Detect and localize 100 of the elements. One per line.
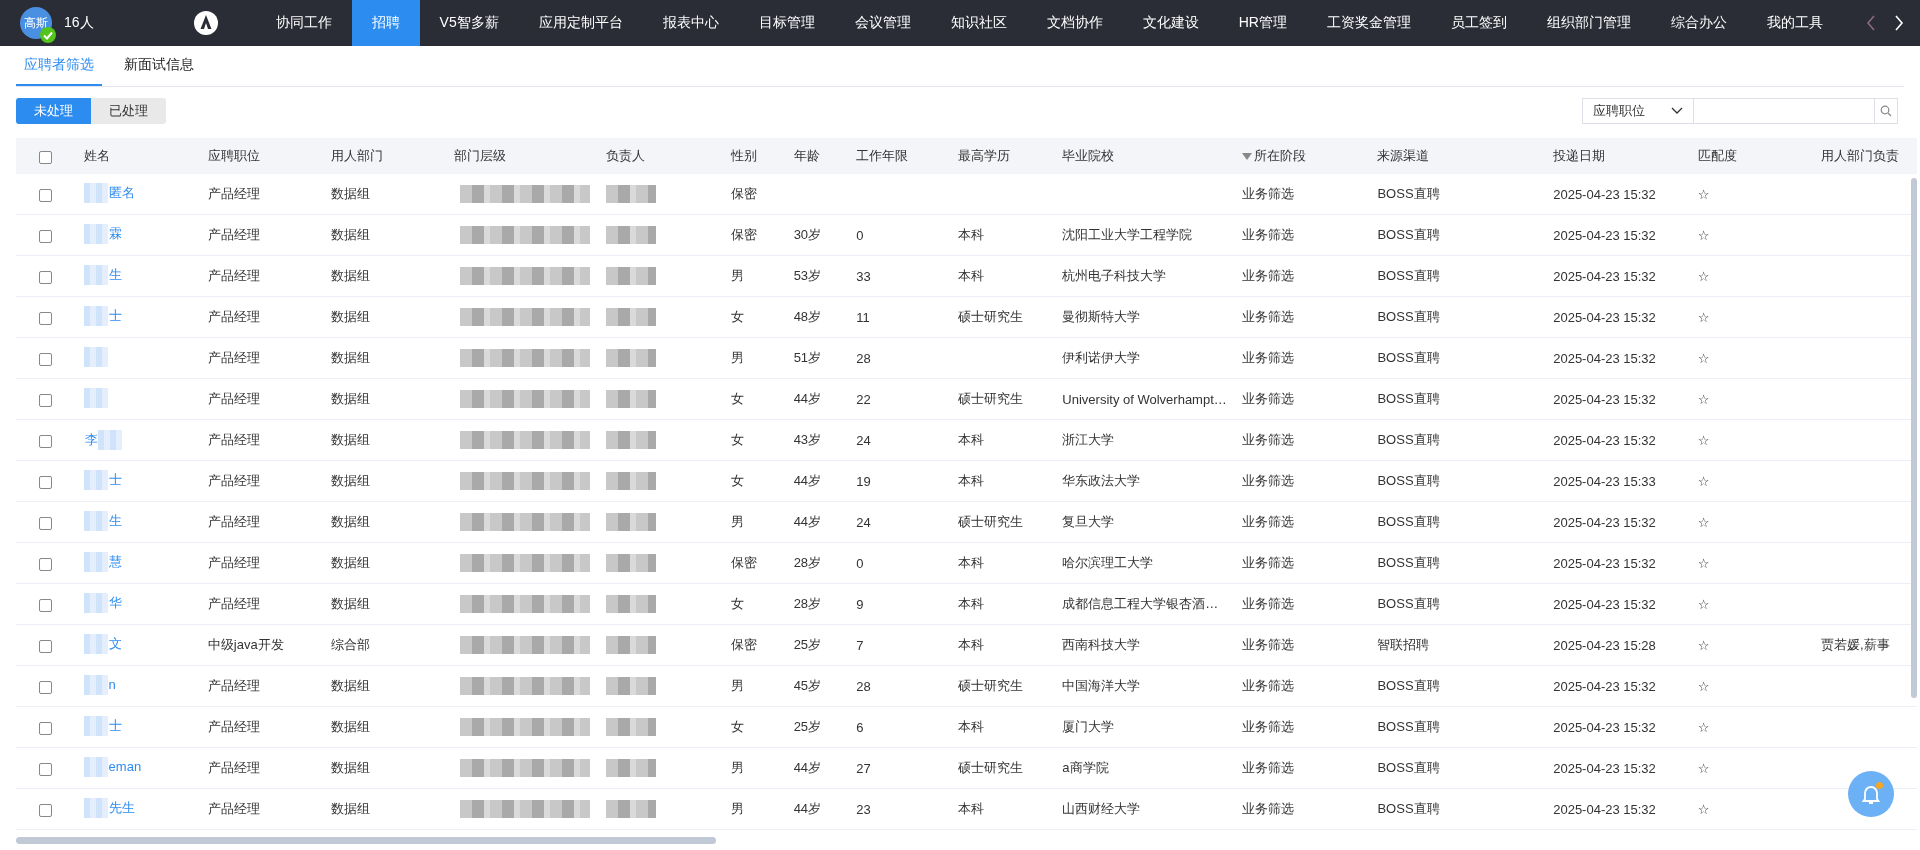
nav-tab[interactable]: V5智多薪 (419, 0, 519, 46)
row-checkbox[interactable] (39, 598, 53, 612)
table-cell: BOSS直聘 (1377, 514, 1440, 529)
table-cell: 硕士研究生 (958, 760, 1024, 775)
nav-tab[interactable]: 综合办公 (1650, 0, 1747, 46)
nav-tab[interactable]: 文档协作 (1026, 0, 1123, 46)
table-cell: 女 (731, 432, 744, 447)
table-cell: 数据组 (331, 719, 371, 734)
nav-tab[interactable]: 工资奖金管理 (1306, 0, 1431, 46)
table-cell: 数据组 (331, 473, 371, 488)
table-cell: 19 (856, 473, 871, 489)
nav-tab[interactable]: 组织部门管理 (1526, 0, 1651, 46)
table-cell: 数据组 (331, 596, 371, 611)
table-cell: 业务筛选 (1242, 801, 1295, 816)
table-cell: ☆ (1697, 719, 1710, 735)
row-checkbox[interactable] (39, 188, 53, 202)
blurred-mosaic (83, 223, 108, 244)
row-checkbox[interactable] (39, 393, 53, 407)
nav-tab[interactable]: 报表中心 (642, 0, 739, 46)
table-cell: BOSS直聘 (1377, 596, 1440, 611)
candidate-name-link[interactable]: 生 (108, 265, 122, 284)
nav-tab[interactable]: 协同工作 (255, 0, 352, 46)
row-checkbox[interactable] (39, 311, 53, 325)
table-cell: 产品经理 (207, 432, 260, 447)
field-dropdown[interactable]: 应聘职位 (1582, 97, 1694, 124)
candidate-name-link[interactable]: 生 (108, 511, 122, 530)
table-cell: 业务筛选 (1242, 227, 1295, 242)
row-checkbox[interactable] (39, 434, 53, 448)
table-cell: 硕士研究生 (958, 309, 1024, 324)
row-checkbox[interactable] (39, 762, 53, 776)
candidate-name-link[interactable]: 李 (84, 431, 98, 449)
column-header: 年龄 (793, 147, 820, 165)
candidate-name-link[interactable]: 慧 (108, 552, 122, 571)
nav-tab[interactable]: 应用定制平台 (518, 0, 643, 46)
table-cell: BOSS直聘 (1377, 432, 1440, 447)
row-checkbox[interactable] (39, 352, 53, 366)
notification-button[interactable] (1848, 771, 1894, 817)
page-tab[interactable]: 新面试信息 (116, 46, 202, 86)
row-checkbox[interactable] (39, 557, 53, 571)
blurred-mosaic (83, 510, 108, 531)
nav-tab[interactable]: 会议管理 (834, 0, 931, 46)
table-cell: 28 (856, 350, 871, 366)
table-cell: BOSS直聘 (1377, 186, 1440, 201)
table-cell: 女 (731, 309, 744, 324)
table-cell: 22 (856, 391, 871, 407)
table-cell: 2025-04-23 15:32 (1553, 801, 1656, 817)
search-button[interactable] (1874, 97, 1898, 124)
candidate-name-link[interactable]: 士 (108, 470, 122, 489)
table-cell: 业务筛选 (1242, 268, 1295, 283)
candidate-name-link[interactable]: 匿名 (108, 183, 135, 202)
table-cell: 本科 (958, 227, 985, 242)
table-cell: 产品经理 (207, 309, 260, 324)
vertical-scrollbar[interactable] (1911, 178, 1917, 698)
table-cell: 24 (856, 432, 871, 448)
candidate-name-link[interactable]: 华 (108, 593, 122, 612)
table-cell: 本科 (958, 555, 985, 570)
blurred-mosaic (83, 756, 108, 777)
column-header: 来源渠道 (1377, 147, 1430, 165)
table-cell: 硕士研究生 (958, 391, 1024, 406)
search-field[interactable] (1694, 97, 1874, 124)
table-cell: 23 (856, 801, 871, 817)
table-cell: 业务筛选 (1242, 432, 1295, 447)
nav-tab[interactable]: 知识社区 (930, 0, 1027, 46)
table-cell: 28 (856, 678, 871, 694)
sort-icon[interactable] (1242, 152, 1253, 160)
table-cell: 产品经理 (207, 555, 260, 570)
candidate-name-link[interactable]: 先生 (108, 798, 135, 817)
candidate-name-link[interactable]: 士 (108, 716, 122, 735)
nav-tab[interactable]: 我的工具 (1746, 0, 1843, 46)
table-cell: 西南科技大学 (1062, 637, 1141, 652)
candidate-name-link[interactable]: n (108, 677, 116, 692)
candidate-name-link[interactable]: eman (108, 759, 142, 774)
nav-tab[interactable]: 员工签到 (1430, 0, 1527, 46)
table-cell: 数据组 (331, 309, 371, 324)
row-checkbox[interactable] (39, 721, 53, 735)
blurred-mosaic (83, 633, 108, 654)
row-checkbox[interactable] (39, 270, 53, 284)
nav-tab[interactable]: HR管理 (1218, 0, 1307, 46)
row-checkbox[interactable] (39, 639, 53, 653)
table-cell: 44岁 (793, 760, 822, 775)
horizontal-scrollbar[interactable] (16, 837, 716, 844)
table-cell: 43岁 (793, 432, 822, 447)
table-cell: 业务筛选 (1242, 637, 1295, 652)
nav-tab[interactable]: 目标管理 (738, 0, 835, 46)
page-tab[interactable]: 应聘者筛选 (16, 46, 102, 86)
nav-tab[interactable]: 文化建设 (1122, 0, 1219, 46)
row-checkbox[interactable] (39, 229, 53, 243)
table-cell: 女 (731, 473, 744, 488)
candidate-name-link[interactable]: 霖 (108, 224, 122, 243)
candidate-name-link[interactable]: 文 (108, 634, 122, 653)
table-cell: 45岁 (793, 678, 822, 693)
status-filter-button[interactable]: 已处理 (91, 97, 166, 124)
row-checkbox[interactable] (39, 475, 53, 489)
select-all-checkbox[interactable] (39, 150, 53, 164)
row-checkbox[interactable] (39, 803, 53, 817)
row-checkbox[interactable] (39, 516, 53, 530)
candidate-name-link[interactable]: 士 (108, 306, 122, 325)
row-checkbox[interactable] (39, 680, 53, 694)
chevron-right-icon[interactable] (1894, 15, 1904, 31)
table-cell: ☆ (1697, 186, 1710, 202)
